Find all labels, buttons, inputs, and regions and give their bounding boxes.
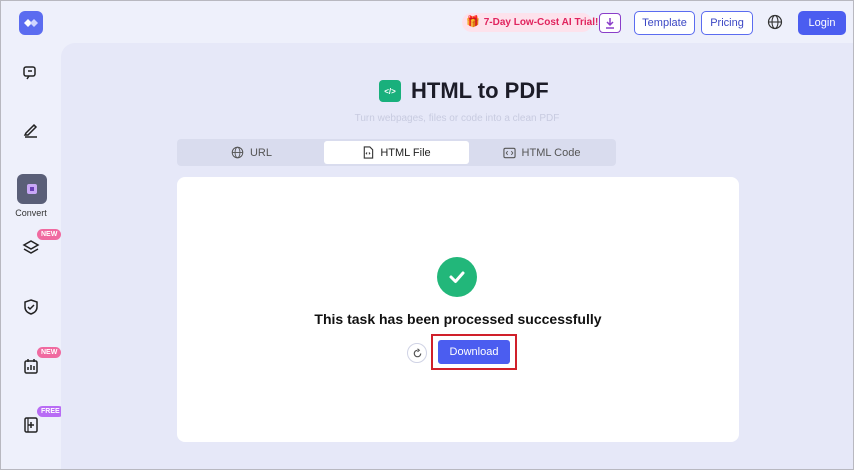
promo-label: 7-Day Low-Cost AI Trial!	[483, 17, 599, 28]
page-subtitle: Turn webpages, files or code into a clea…	[354, 113, 560, 124]
download-arrow-icon	[606, 18, 614, 29]
gift-icon: 🎁	[466, 16, 480, 28]
refresh-icon	[413, 347, 421, 357]
result-card: This task has been processed successfull…	[177, 177, 739, 442]
tab-url[interactable]: URL	[179, 141, 324, 164]
page-title: HTML to PDF	[411, 78, 549, 103]
language-globe-icon[interactable]	[767, 14, 783, 30]
page-header: </> HTML to PDF	[379, 77, 549, 105]
convert-icon	[27, 184, 37, 194]
html-to-pdf-icon: </>	[379, 80, 401, 102]
layers-icon	[22, 240, 40, 254]
login-button[interactable]: Login	[798, 11, 846, 35]
shield-icon	[24, 299, 38, 315]
file-icon	[364, 146, 374, 159]
success-message: This task has been processed successfull…	[314, 311, 602, 327]
new-badge: NEW	[37, 347, 62, 358]
globe-icon	[231, 146, 244, 159]
chart-icon	[24, 359, 38, 374]
success-check-icon	[437, 257, 477, 297]
code-icon	[502, 147, 516, 158]
source-tabs: URL HTML File HTML Code	[177, 139, 616, 166]
main-content: </> HTML to PDF Turn webpages, files or …	[61, 43, 853, 469]
download-button[interactable]: Download	[438, 340, 510, 364]
sidebar-item-edit[interactable]	[15, 113, 47, 145]
sidebar-item-chat[interactable]	[15, 57, 47, 89]
sidebar-item-convert[interactable]	[17, 174, 47, 204]
promo-banner[interactable]: 🎁 7-Day Low-Cost AI Trial!	[462, 13, 598, 32]
template-button[interactable]: Template	[634, 11, 695, 35]
add-page-icon	[24, 417, 38, 433]
tab-html-code[interactable]: HTML Code	[469, 141, 614, 164]
restart-button[interactable]	[407, 343, 427, 363]
sidebar-item-label: Convert	[15, 208, 47, 218]
edit-icon	[23, 123, 38, 138]
download-app-button[interactable]	[599, 13, 621, 33]
pricing-button[interactable]: Pricing	[701, 11, 753, 35]
new-badge: NEW	[37, 229, 62, 240]
app-logo[interactable]	[19, 11, 43, 35]
free-badge: FREE	[37, 406, 64, 417]
top-bar: 🎁 7-Day Low-Cost AI Trial! Template Pric…	[1, 1, 853, 43]
logo-icon	[24, 19, 38, 27]
tab-label: URL	[249, 146, 272, 159]
sidebar-item-security[interactable]	[15, 291, 47, 323]
tab-label: HTML File	[380, 146, 431, 159]
sidebar: Convert NEW NEW FREE	[1, 43, 64, 469]
tab-label: HTML Code	[521, 146, 581, 159]
tab-html-file[interactable]: HTML File	[324, 141, 469, 164]
chat-icon	[23, 66, 36, 80]
